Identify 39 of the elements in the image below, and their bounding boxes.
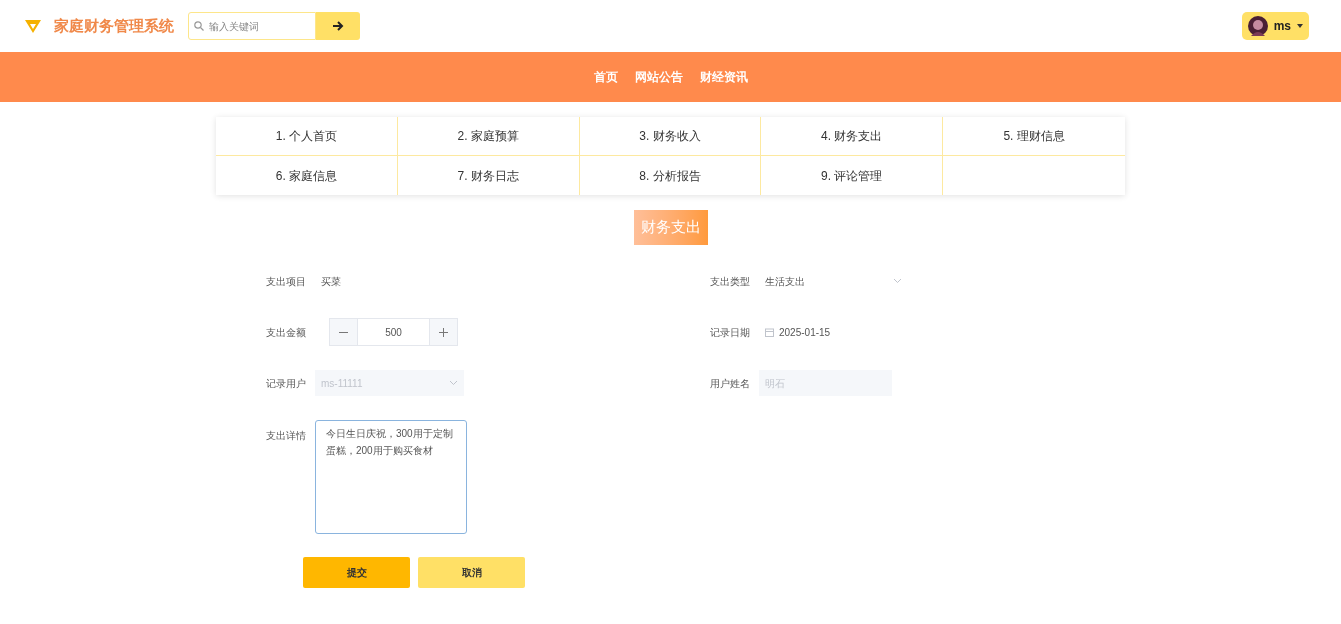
search-button[interactable]: [316, 12, 360, 40]
avatar-icon: [1247, 16, 1268, 36]
menu-item[interactable]: 6. 家庭信息: [216, 156, 398, 195]
logo-icon: [24, 18, 42, 34]
cancel-button[interactable]: 取消: [418, 557, 525, 588]
field-label: 记录日期: [710, 325, 751, 340]
chevron-down-icon: [893, 278, 902, 284]
site-title: 家庭财务管理系统: [54, 15, 174, 36]
increment-button[interactable]: [429, 319, 457, 345]
field-label: 记录用户: [266, 376, 307, 391]
menu-item[interactable]: 5. 理财信息: [943, 117, 1125, 156]
menu-item[interactable]: 2. 家庭预算: [397, 117, 580, 156]
menu-item[interactable]: 4. 财务支出: [761, 117, 944, 156]
amount-value: 500: [384, 325, 403, 340]
field-label: 用户姓名: [710, 376, 751, 391]
plus-icon: [439, 327, 448, 337]
date-field[interactable]: 2025-01-15: [759, 319, 892, 345]
menu-item[interactable]: 8. 分析报告: [579, 156, 762, 195]
caret-icon: [1297, 24, 1303, 28]
arrow-right-icon: [332, 21, 344, 31]
field-label: 支出金额: [266, 325, 307, 340]
select-field[interactable]: 生活支出: [759, 268, 908, 294]
menu-item[interactable]: 9. 评论管理: [761, 156, 944, 195]
calendar-icon: [765, 327, 774, 337]
field-label: 支出项目: [266, 274, 307, 289]
search-field[interactable]: 输入关键词: [188, 12, 316, 40]
text-field[interactable]: 买菜: [315, 268, 448, 294]
page-title: 财务支出: [633, 210, 708, 245]
search-icon: [194, 21, 204, 31]
textarea-field[interactable]: 今日生日庆祝，300用于定制蛋糕，200用于购买食材: [315, 420, 467, 534]
field-label: 支出类型: [710, 274, 751, 289]
chevron-down-icon: [449, 380, 458, 386]
menu-item[interactable]: 1. 个人首页: [216, 117, 398, 156]
user-menu-button[interactable]: ms: [1241, 12, 1309, 40]
menu-item[interactable]: 7. 财务日志: [397, 156, 580, 195]
submit-button[interactable]: 提交: [303, 557, 410, 588]
number-stepper[interactable]: 500: [329, 318, 458, 346]
field-label: 支出详情: [266, 429, 307, 443]
menu-item[interactable]: 3. 财务收入: [579, 117, 762, 156]
